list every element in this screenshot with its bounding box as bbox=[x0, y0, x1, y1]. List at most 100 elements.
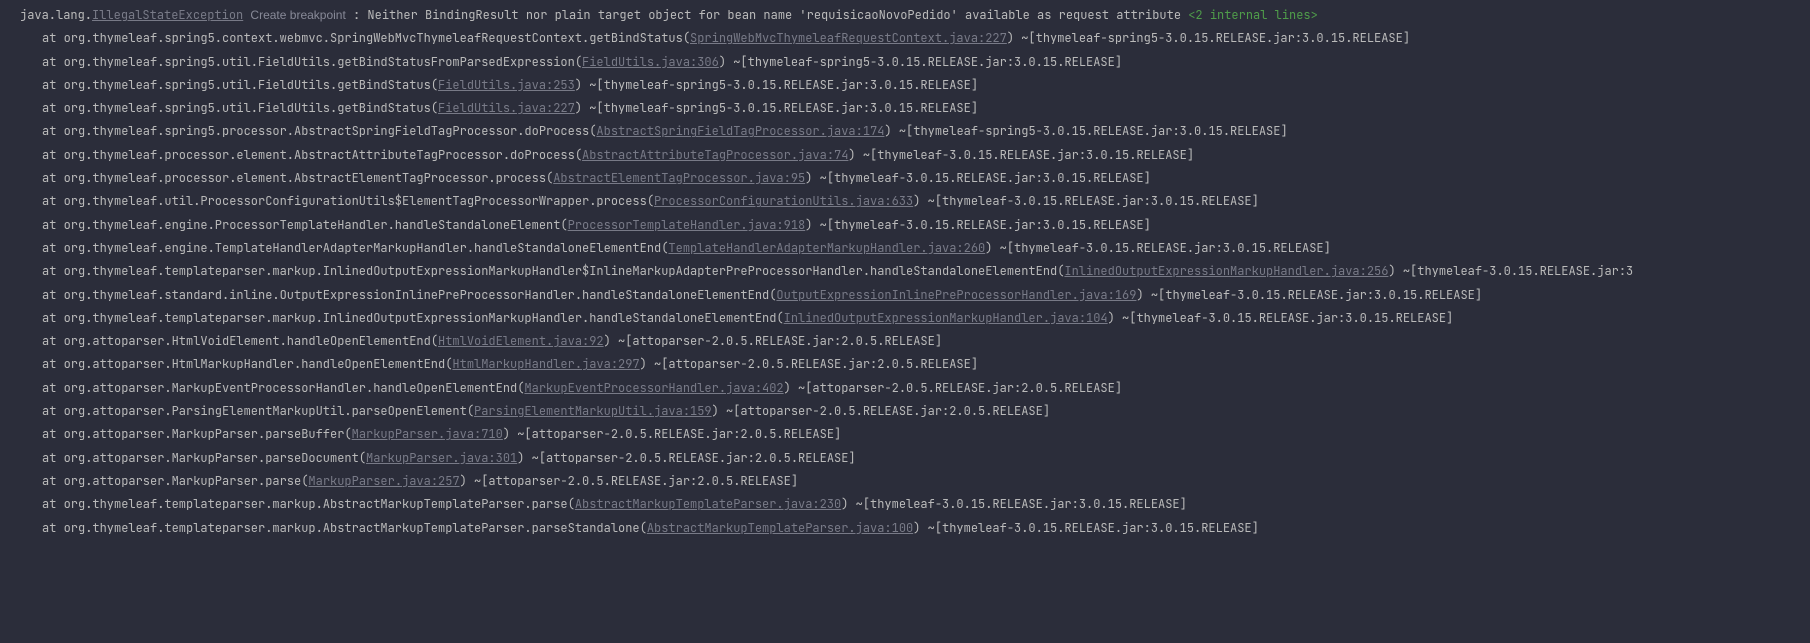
stack-source-link[interactable]: ProcessorConfigurationUtils.java:633 bbox=[654, 193, 913, 209]
stack-method: org.thymeleaf.spring5.util.FieldUtils.ge… bbox=[64, 100, 438, 116]
stack-at: at bbox=[42, 54, 64, 70]
stack-at: at bbox=[42, 77, 64, 93]
stack-jar-info: ) ~[thymeleaf-spring5-3.0.15.RELEASE.jar… bbox=[1007, 30, 1410, 46]
stack-source-link[interactable]: InlinedOutputExpressionMarkupHandler.jav… bbox=[784, 310, 1108, 326]
stack-method: org.thymeleaf.spring5.processor.Abstract… bbox=[64, 123, 597, 139]
stack-jar-info: ) ~[thymeleaf-3.0.15.RELEASE.jar:3.0.15.… bbox=[913, 193, 1259, 209]
stack-source-link[interactable]: ProcessorTemplateHandler.java:918 bbox=[568, 217, 806, 233]
stack-at: at bbox=[42, 520, 64, 536]
stack-frame: at org.thymeleaf.templateparser.markup.A… bbox=[0, 493, 1810, 516]
stack-jar-info: ) ~[attoparser-2.0.5.RELEASE.jar:2.0.5.R… bbox=[604, 333, 942, 349]
stack-frame: at org.attoparser.MarkupEventProcessorHa… bbox=[0, 377, 1810, 400]
stack-method: org.attoparser.MarkupParser.parseDocumen… bbox=[64, 450, 366, 466]
stack-jar-info: ) ~[attoparser-2.0.5.RELEASE.jar:2.0.5.R… bbox=[517, 450, 855, 466]
stack-source-link[interactable]: FieldUtils.java:253 bbox=[438, 77, 575, 93]
stack-at: at bbox=[42, 30, 64, 46]
stack-jar-info: ) ~[thymeleaf-3.0.15.RELEASE.jar:3.0.15.… bbox=[848, 147, 1194, 163]
stack-jar-info: ) ~[thymeleaf-3.0.15.RELEASE.jar:3.0.15.… bbox=[841, 496, 1187, 512]
stack-at: at bbox=[42, 170, 64, 186]
stack-method: org.thymeleaf.templateparser.markup.Inli… bbox=[64, 310, 784, 326]
stack-source-link[interactable]: MarkupParser.java:710 bbox=[352, 426, 503, 442]
exception-header: java.lang.IllegalStateException Create b… bbox=[0, 4, 1810, 27]
stack-at: at bbox=[42, 333, 64, 349]
stack-source-link[interactable]: ParsingElementMarkupUtil.java:159 bbox=[474, 403, 712, 419]
stack-at: at bbox=[42, 426, 64, 442]
stack-jar-info: ) ~[thymeleaf-3.0.15.RELEASE.jar:3.0.15.… bbox=[913, 520, 1259, 536]
stack-at: at bbox=[42, 147, 64, 163]
create-breakpoint-link[interactable]: Create breakpoint bbox=[250, 8, 345, 22]
stack-source-link[interactable]: FieldUtils.java:306 bbox=[582, 54, 719, 70]
stack-method: org.thymeleaf.templateparser.markup.Inli… bbox=[64, 263, 1065, 279]
stack-method: org.thymeleaf.processor.element.Abstract… bbox=[64, 147, 582, 163]
stack-frame: at org.thymeleaf.processor.element.Abstr… bbox=[0, 167, 1810, 190]
stack-method: org.thymeleaf.standard.inline.OutputExpr… bbox=[64, 287, 777, 303]
stack-frame: at org.attoparser.ParsingElementMarkupUt… bbox=[0, 400, 1810, 423]
stack-frame: at org.attoparser.HtmlVoidElement.handle… bbox=[0, 330, 1810, 353]
stack-source-link[interactable]: AbstractMarkupTemplateParser.java:230 bbox=[575, 496, 841, 512]
stack-at: at bbox=[42, 403, 64, 419]
stack-source-link[interactable]: HtmlMarkupHandler.java:297 bbox=[452, 356, 639, 372]
stack-at: at bbox=[42, 263, 64, 279]
stack-jar-info: ) ~[thymeleaf-3.0.15.RELEASE.jar:3.0.15.… bbox=[1108, 310, 1454, 326]
stack-jar-info: ) ~[thymeleaf-3.0.15.RELEASE.jar:3 bbox=[1388, 263, 1633, 279]
stack-frame: at org.thymeleaf.standard.inline.OutputE… bbox=[0, 284, 1810, 307]
stack-source-link[interactable]: AbstractElementTagProcessor.java:95 bbox=[553, 170, 805, 186]
stack-method: org.thymeleaf.templateparser.markup.Abst… bbox=[64, 520, 647, 536]
stack-frame: at org.thymeleaf.engine.TemplateHandlerA… bbox=[0, 237, 1810, 260]
stack-frame: at org.thymeleaf.spring5.context.webmvc.… bbox=[0, 27, 1810, 50]
stack-jar-info: ) ~[thymeleaf-3.0.15.RELEASE.jar:3.0.15.… bbox=[805, 217, 1151, 233]
stack-jar-info: ) ~[thymeleaf-spring5-3.0.15.RELEASE.jar… bbox=[719, 54, 1122, 70]
stack-frame: at org.thymeleaf.processor.element.Abstr… bbox=[0, 144, 1810, 167]
stack-frame: at org.thymeleaf.spring5.util.FieldUtils… bbox=[0, 97, 1810, 120]
stack-method: org.thymeleaf.engine.ProcessorTemplateHa… bbox=[64, 217, 568, 233]
stack-method: org.thymeleaf.templateparser.markup.Abst… bbox=[64, 496, 575, 512]
exception-package: java.lang. bbox=[20, 7, 92, 23]
stack-method: org.attoparser.MarkupEventProcessorHandl… bbox=[64, 380, 525, 396]
stack-at: at bbox=[42, 123, 64, 139]
stack-source-link[interactable]: InlinedOutputExpressionMarkupHandler.jav… bbox=[1064, 263, 1388, 279]
stack-at: at bbox=[42, 356, 64, 372]
stack-frame: at org.thymeleaf.spring5.processor.Abstr… bbox=[0, 120, 1810, 143]
stack-method: org.attoparser.MarkupParser.parseBuffer( bbox=[64, 426, 352, 442]
internal-lines-indicator[interactable]: <2 internal lines> bbox=[1188, 7, 1318, 23]
stack-source-link[interactable]: AbstractMarkupTemplateParser.java:100 bbox=[647, 520, 913, 536]
stack-method: org.thymeleaf.util.ProcessorConfiguratio… bbox=[64, 193, 654, 209]
stack-frame: at org.attoparser.HtmlMarkupHandler.hand… bbox=[0, 353, 1810, 376]
stack-jar-info: ) ~[thymeleaf-3.0.15.RELEASE.jar:3.0.15.… bbox=[805, 170, 1151, 186]
stack-jar-info: ) ~[attoparser-2.0.5.RELEASE.jar:2.0.5.R… bbox=[784, 380, 1122, 396]
exception-message: : Neither BindingResult nor plain target… bbox=[353, 7, 1188, 23]
stack-trace: at org.thymeleaf.spring5.context.webmvc.… bbox=[0, 27, 1810, 540]
stack-source-link[interactable]: MarkupParser.java:257 bbox=[308, 473, 459, 489]
stack-jar-info: ) ~[thymeleaf-spring5-3.0.15.RELEASE.jar… bbox=[575, 77, 978, 93]
stack-at: at bbox=[42, 193, 64, 209]
stack-source-link[interactable]: TemplateHandlerAdapterMarkupHandler.java… bbox=[668, 240, 985, 256]
stack-source-link[interactable]: HtmlVoidElement.java:92 bbox=[438, 333, 604, 349]
stack-frame: at org.attoparser.MarkupParser.parseBuff… bbox=[0, 423, 1810, 446]
stack-method: org.thymeleaf.spring5.util.FieldUtils.ge… bbox=[64, 77, 438, 93]
stack-source-link[interactable]: AbstractAttributeTagProcessor.java:74 bbox=[582, 147, 848, 163]
stack-jar-info: ) ~[attoparser-2.0.5.RELEASE.jar:2.0.5.R… bbox=[460, 473, 798, 489]
stack-at: at bbox=[42, 380, 64, 396]
stack-source-link[interactable]: MarkupParser.java:301 bbox=[366, 450, 517, 466]
stack-at: at bbox=[42, 310, 64, 326]
stack-jar-info: ) ~[attoparser-2.0.5.RELEASE.jar:2.0.5.R… bbox=[503, 426, 841, 442]
stack-frame: at org.thymeleaf.templateparser.markup.A… bbox=[0, 517, 1810, 540]
stack-frame: at org.attoparser.MarkupParser.parseDocu… bbox=[0, 447, 1810, 470]
exception-class-link[interactable]: IllegalStateException bbox=[92, 7, 243, 23]
stack-jar-info: ) ~[thymeleaf-spring5-3.0.15.RELEASE.jar… bbox=[575, 100, 978, 116]
stack-method: org.thymeleaf.spring5.context.webmvc.Spr… bbox=[64, 30, 690, 46]
stack-source-link[interactable]: MarkupEventProcessorHandler.java:402 bbox=[524, 380, 783, 396]
stack-frame: at org.thymeleaf.spring5.util.FieldUtils… bbox=[0, 51, 1810, 74]
stack-source-link[interactable]: FieldUtils.java:227 bbox=[438, 100, 575, 116]
stack-method: org.thymeleaf.processor.element.Abstract… bbox=[64, 170, 554, 186]
stack-method: org.attoparser.HtmlVoidElement.handleOpe… bbox=[64, 333, 438, 349]
stack-frame: at org.attoparser.MarkupParser.parse(Mar… bbox=[0, 470, 1810, 493]
stack-source-link[interactable]: AbstractSpringFieldTagProcessor.java:174 bbox=[596, 123, 884, 139]
stack-frame: at org.thymeleaf.util.ProcessorConfigura… bbox=[0, 190, 1810, 213]
stack-at: at bbox=[42, 217, 64, 233]
stack-jar-info: ) ~[thymeleaf-3.0.15.RELEASE.jar:3.0.15.… bbox=[1136, 287, 1482, 303]
stack-method: org.attoparser.MarkupParser.parse( bbox=[64, 473, 309, 489]
stack-source-link[interactable]: SpringWebMvcThymeleafRequestContext.java… bbox=[690, 30, 1007, 46]
stack-source-link[interactable]: OutputExpressionInlinePreProcessorHandle… bbox=[776, 287, 1136, 303]
stack-at: at bbox=[42, 287, 64, 303]
